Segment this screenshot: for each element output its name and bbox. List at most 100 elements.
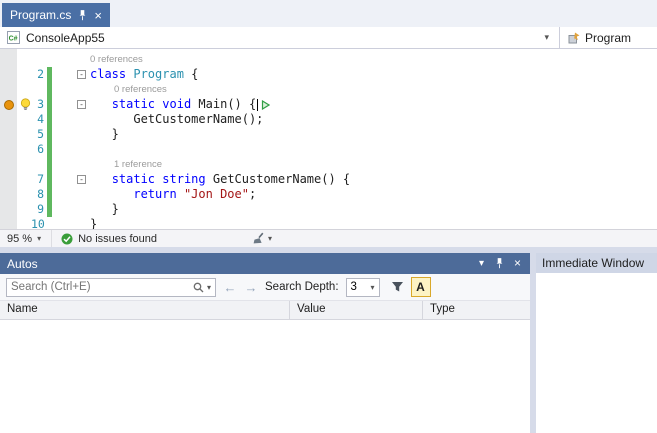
search-icon[interactable] — [193, 282, 204, 293]
code-segment — [90, 172, 112, 186]
code-text[interactable]: } — [90, 217, 97, 229]
code-editor[interactable]: 0 references2-class Program {0 reference… — [0, 49, 657, 229]
window-position-icon[interactable]: ▾ — [474, 256, 489, 271]
code-line[interactable]: 4 GetCustomerName(); — [0, 112, 657, 127]
reference-count-text[interactable]: 0 references — [90, 82, 167, 97]
annotation-row[interactable]: 1 reference — [0, 157, 657, 172]
pin-icon[interactable] — [492, 256, 507, 271]
breakpoint-margin[interactable] — [0, 82, 17, 97]
column-header-name[interactable]: Name — [0, 301, 290, 319]
breakpoint-icon[interactable] — [4, 100, 14, 110]
breakpoint-margin[interactable] — [0, 142, 17, 157]
line-number: 10 — [31, 217, 44, 229]
line-number: 3 — [31, 97, 44, 112]
breakpoint-margin[interactable] — [0, 172, 17, 187]
code-segment: static — [112, 172, 155, 186]
code-line[interactable]: 9 } — [0, 202, 657, 217]
autos-title: Autos — [7, 257, 38, 271]
breakpoint-margin[interactable] — [0, 127, 17, 142]
search-depth-label: Search Depth: — [265, 281, 339, 293]
chevron-down-icon[interactable]: ▾ — [207, 283, 211, 292]
collapse-toggle-icon[interactable]: - — [77, 175, 86, 184]
close-icon[interactable]: × — [510, 256, 525, 271]
autos-title-buttons: ▾ × — [474, 256, 530, 271]
code-segment: } — [90, 217, 97, 229]
outline-margin: - — [52, 172, 90, 187]
code-line[interactable]: 5 } — [0, 127, 657, 142]
code-cleanup-button[interactable]: ▾ — [252, 232, 272, 245]
filter-icon[interactable] — [391, 281, 404, 293]
code-segment: return — [133, 187, 176, 201]
tab-program-cs[interactable]: Program.cs × — [2, 3, 110, 27]
immediate-body[interactable] — [536, 273, 657, 433]
autos-grid-body[interactable] — [0, 320, 530, 433]
quick-actions-slot — [17, 157, 31, 172]
collapse-toggle-icon[interactable]: - — [77, 70, 86, 79]
code-text[interactable]: class Program { — [90, 67, 198, 82]
broom-icon — [252, 232, 265, 245]
autos-title-bar[interactable]: Autos ▾ × — [0, 253, 530, 274]
code-segment: static — [112, 97, 155, 111]
quick-actions-slot — [17, 142, 31, 157]
search-depth-select[interactable]: 3 ▾ — [346, 278, 380, 297]
breakpoint-margin[interactable] — [0, 202, 17, 217]
breakpoint-margin[interactable] — [0, 112, 17, 127]
code-text[interactable]: static string GetCustomerName() { — [90, 172, 350, 187]
collapse-toggle-icon[interactable]: - — [77, 100, 86, 109]
code-text[interactable]: static void Main() { — [90, 97, 270, 112]
column-header-type[interactable]: Type — [423, 301, 530, 319]
issues-indicator[interactable]: No issues found — [52, 233, 166, 245]
line-number: 2 — [31, 67, 44, 82]
immediate-title-bar[interactable]: Immediate Window — [536, 253, 657, 273]
code-line[interactable]: 3 - static void Main() { — [0, 97, 657, 112]
immediate-window: Immediate Window — [536, 253, 657, 433]
project-dropdown[interactable]: C# ConsoleApp55 ▾ — [0, 27, 559, 48]
breakpoint-margin[interactable] — [0, 187, 17, 202]
zoom-select[interactable]: 95 % ▾ — [0, 230, 52, 247]
highlight-toggle-button[interactable]: A — [411, 277, 431, 297]
code-line[interactable]: 2 -class Program { — [0, 67, 657, 82]
breakpoint-margin[interactable] — [0, 97, 17, 112]
lightbulb-icon[interactable] — [20, 98, 31, 111]
code-segment — [206, 172, 213, 186]
search-back-button[interactable]: ← — [223, 280, 237, 295]
annotation-row[interactable]: 0 references — [0, 52, 657, 67]
line-number — [31, 52, 44, 67]
breakpoint-margin[interactable] — [0, 217, 17, 229]
column-header-value[interactable]: Value — [290, 301, 423, 319]
reference-count-text[interactable]: 0 references — [90, 52, 143, 67]
code-line[interactable]: 10} — [0, 217, 657, 229]
breakpoint-margin[interactable] — [0, 67, 17, 82]
code-text[interactable]: } — [90, 127, 119, 142]
breakpoint-margin[interactable] — [0, 52, 17, 67]
tab-title: Program.cs — [10, 8, 71, 22]
search-forward-button[interactable]: → — [244, 280, 258, 295]
search-input[interactable] — [11, 281, 190, 293]
code-text[interactable]: return "Jon Doe"; — [90, 187, 256, 202]
outline-margin: - — [52, 97, 90, 112]
scope-dropdown[interactable]: Program — [560, 27, 657, 48]
code-text[interactable]: GetCustomerName(); — [90, 112, 263, 127]
code-line[interactable]: 7- static string GetCustomerName() { — [0, 172, 657, 187]
annotation-row[interactable]: 0 references — [0, 82, 657, 97]
pin-icon[interactable] — [78, 10, 87, 21]
search-box[interactable]: ▾ — [6, 278, 216, 297]
chevron-down-icon: ▾ — [371, 283, 375, 292]
code-line[interactable]: 8 return "Jon Doe"; — [0, 187, 657, 202]
close-icon[interactable]: × — [94, 9, 102, 22]
breakpoint-margin[interactable] — [0, 157, 17, 172]
code-segment: void — [162, 97, 191, 111]
outline-margin — [52, 52, 90, 67]
chevron-down-icon[interactable]: ▾ — [544, 32, 552, 43]
line-number: 9 — [31, 202, 44, 217]
code-segment: ; — [249, 187, 256, 201]
code-line[interactable]: 6 — [0, 142, 657, 157]
line-number: 6 — [31, 142, 44, 157]
quick-actions-slot — [17, 52, 31, 67]
quick-actions-slot — [17, 127, 31, 142]
reference-count-text[interactable]: 1 reference — [90, 157, 162, 172]
code-text[interactable]: } — [90, 202, 119, 217]
run-icon[interactable] — [261, 100, 270, 110]
outline-margin — [52, 82, 90, 97]
outline-margin: - — [52, 67, 90, 82]
